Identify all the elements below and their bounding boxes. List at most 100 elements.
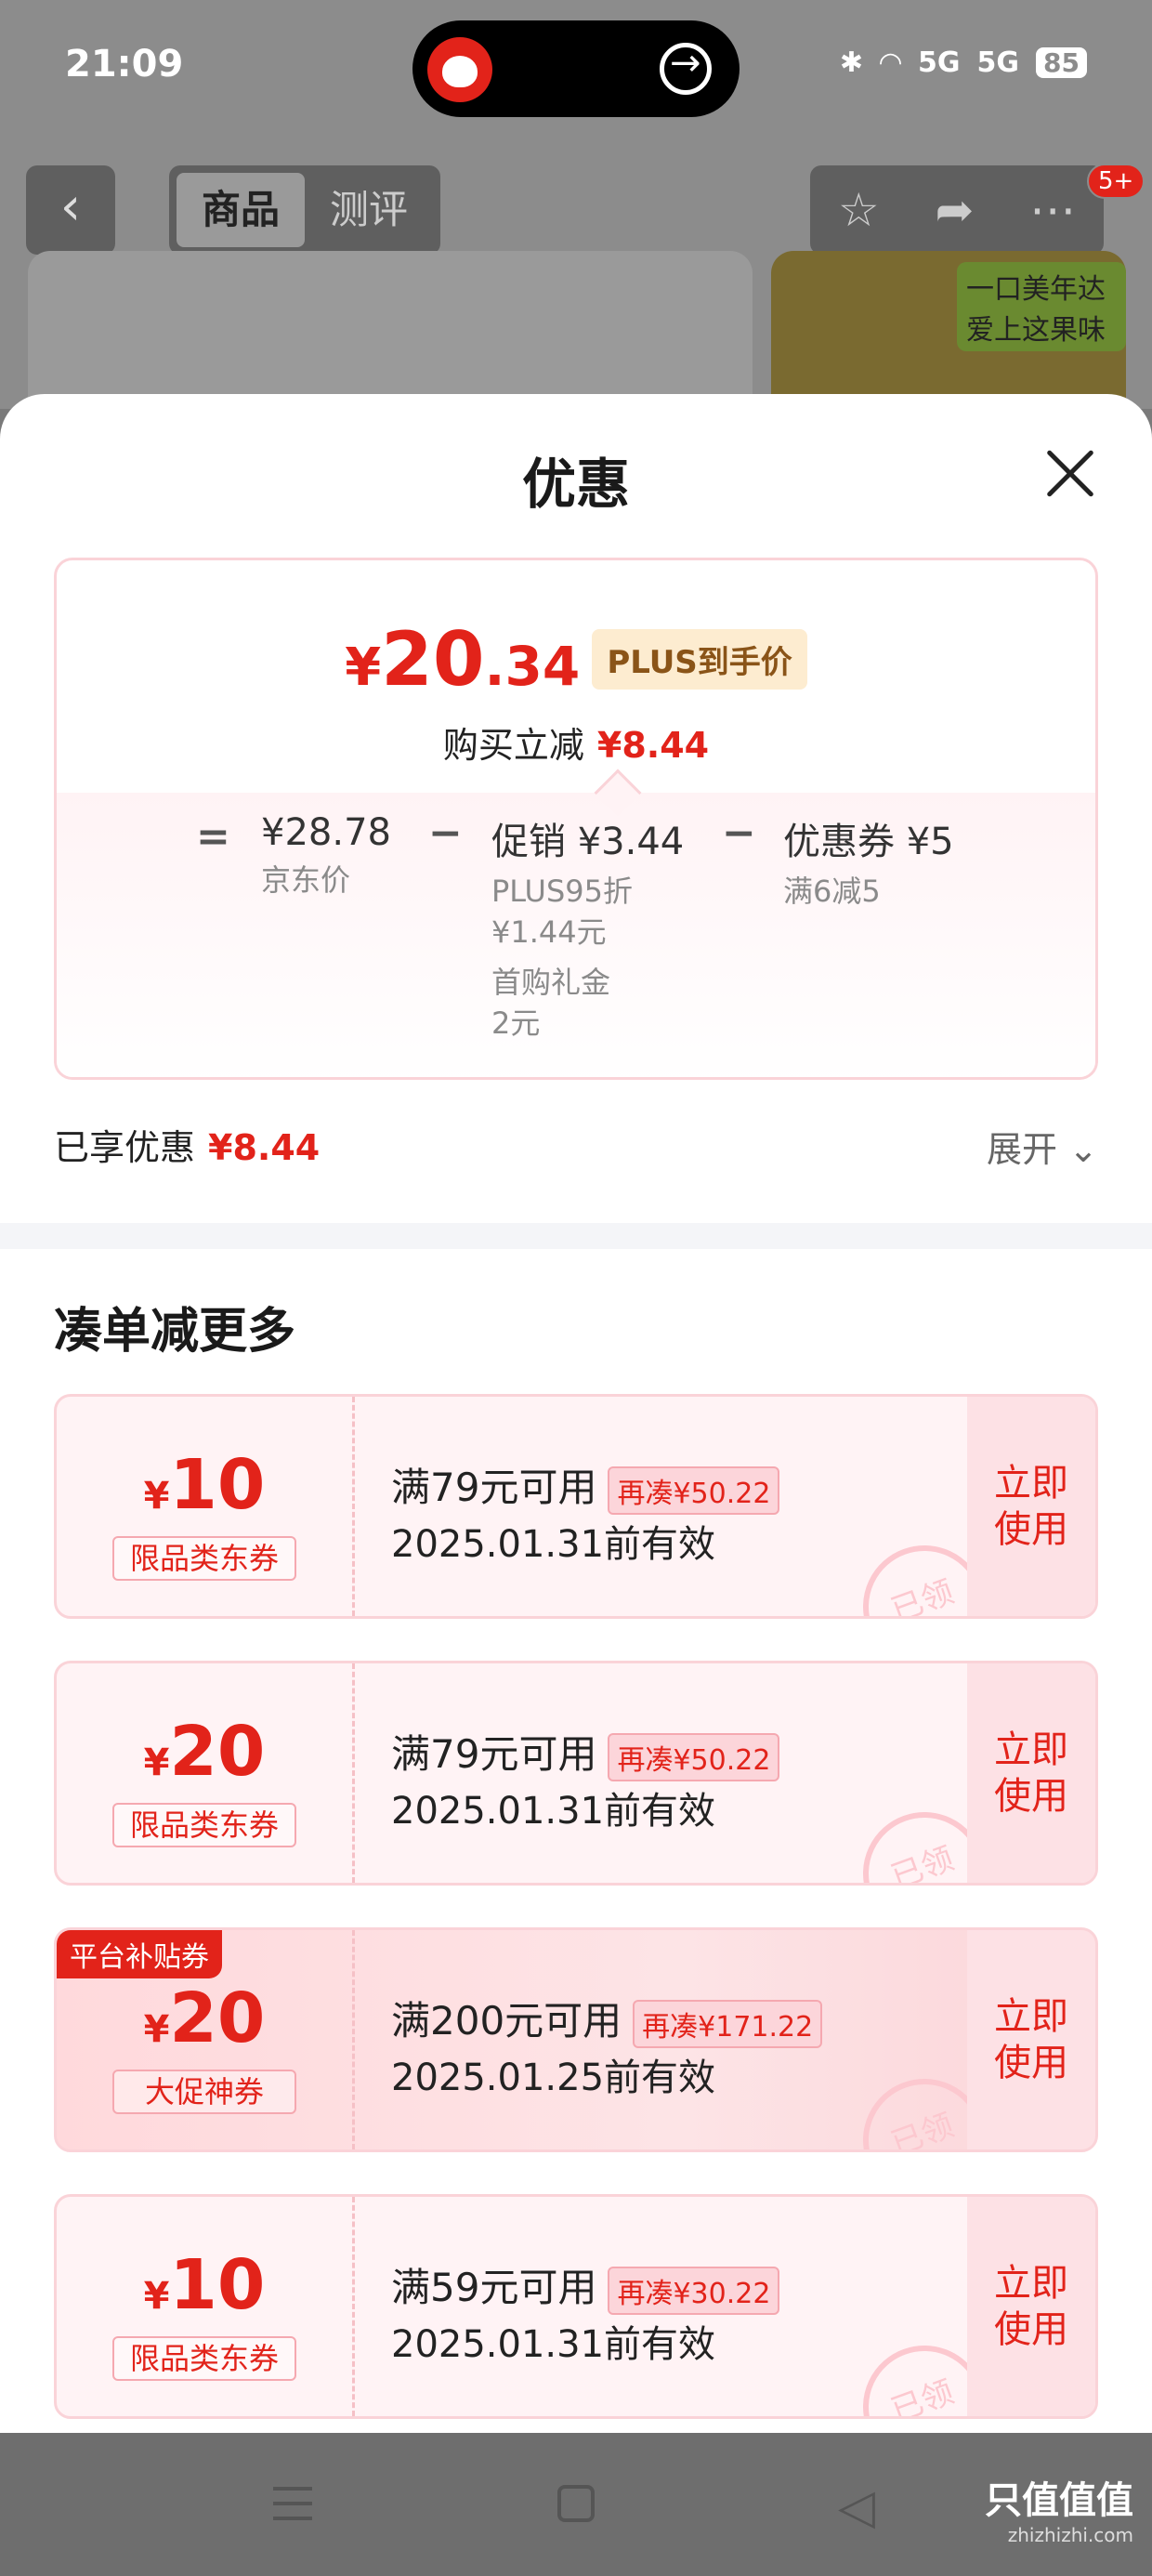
coupon-gap-badge: 再凑¥50.22 — [608, 1465, 780, 1515]
wifi-icon: ◠ — [879, 46, 902, 79]
product-image-area — [28, 251, 753, 409]
coupon-expiry: 2025.01.31前有效 — [391, 2323, 716, 2366]
section-title: 凑单减更多 — [54, 1304, 296, 1360]
coupon-card[interactable]: ¥10 限品类东券 满59元可用 再凑¥30.22 2025.01.31前有效 已… — [54, 2194, 1098, 2419]
promo-detail-4: 2元 — [491, 1005, 541, 1041]
back-button[interactable]: ‹ — [26, 165, 115, 255]
coupon-separator — [352, 2197, 355, 2416]
coupon-left: ¥10 限品类东券 — [57, 1397, 352, 1616]
top-actions: ☆ ➦ ⋯ — [810, 165, 1104, 255]
expand-button[interactable]: 展开 ⌄ — [987, 1121, 1098, 1172]
coupon-gap-badge: 再凑¥50.22 — [608, 1732, 780, 1781]
tab-product[interactable]: 商品 — [177, 173, 305, 247]
enjoyed-discount: 已享优惠 ¥8.44 — [54, 1119, 320, 1170]
promo-detail-3: 首购礼金 — [491, 965, 611, 1000]
coupon-gap-badge: 再凑¥30.22 — [608, 2266, 780, 2315]
ad-text: 一口美年达 爱上这果味 — [957, 262, 1126, 351]
coupon-expiry: 2025.01.31前有效 — [391, 1790, 716, 1833]
coupon-type: 大促神券 — [112, 2070, 296, 2114]
reduction-value: ¥8.44 — [596, 725, 710, 766]
use-now-button[interactable]: 立即 使用 — [967, 1663, 1095, 1883]
sheet-title: 优惠 — [521, 453, 630, 516]
coupon-amount: ¥10 — [143, 2245, 266, 2325]
signal-5g-label-2: 5G — [976, 46, 1020, 79]
coupon-type: 限品类东券 — [112, 2336, 296, 2381]
coupon-card[interactable]: ¥20 限品类东券 满79元可用 再凑¥50.22 2025.01.31前有效 已… — [54, 1661, 1098, 1886]
jd-price: ¥28.78 京东价 — [261, 811, 391, 900]
coupon-left: ¥10 限品类东券 — [57, 2197, 352, 2416]
coupon-amount: ¥20 — [143, 1712, 266, 1792]
coupon-discount: 优惠券 ¥5 满6减5 — [783, 811, 954, 912]
battery-indicator: 85 — [1036, 47, 1087, 78]
watermark-text: 只值值值 — [985, 2479, 1133, 2522]
instant-reduction: 购买立减 ¥8.44 — [57, 716, 1095, 768]
price-breakdown: = ¥28.78 京东价 − 促销 ¥3.44 PLUS95折 ¥1.44元 首… — [57, 793, 1095, 1077]
coupon-left: ¥20 大促神券 — [57, 1930, 352, 2149]
use-now-button[interactable]: 立即 使用 — [967, 1930, 1095, 2149]
coupon-separator — [352, 1397, 355, 1616]
coupon-type: 限品类东券 — [112, 1803, 296, 1847]
exit-icon[interactable] — [660, 42, 712, 95]
status-time: 21:09 — [65, 43, 184, 85]
jd-mascot-icon — [427, 37, 492, 102]
coupon-condition: 满79元可用 再凑¥50.22 — [391, 1723, 780, 1781]
coupon-card[interactable]: 平台补贴券 ¥20 大促神券 满200元可用 再凑¥171.22 2025.01.… — [54, 1927, 1098, 2152]
product-tabs: 商品 测评 — [169, 165, 440, 255]
ad-banner[interactable]: 一口美年达 爱上这果味 — [771, 251, 1126, 409]
coupon-condition: 满59元可用 再凑¥30.22 — [391, 2256, 780, 2315]
coupon-amount: ¥20 — [143, 1978, 266, 2058]
coupon-separator — [352, 1663, 355, 1883]
promo-discount: 促销 ¥3.44 PLUS95折 ¥1.44元 首购礼金 2元 — [491, 811, 684, 1044]
equals-sign: = — [196, 813, 230, 861]
system-nav-bar: ◁ 只值值值 zhizhizhi.com — [0, 2433, 1152, 2576]
bluetooth-icon: ✱ — [839, 46, 863, 79]
coupon-separator — [352, 1930, 355, 2149]
use-now-button[interactable]: 立即 使用 — [967, 1397, 1095, 1616]
coupon-type: 限品类东券 — [112, 1536, 296, 1581]
more-icon[interactable]: ⋯ — [1029, 183, 1076, 237]
final-price: ¥20.34 — [345, 616, 581, 703]
watermark: 只值值值 zhizhizhi.com — [985, 2470, 1133, 2546]
promo-value: 促销 ¥3.44 — [491, 821, 685, 863]
tab-review[interactable]: 测评 — [305, 173, 433, 247]
background-page: 21:09 ✱ ◠ 5G 5G 85 ‹ 商品 测评 ☆ ➦ ⋯ 5+ 一口美年… — [0, 0, 1152, 409]
coupon-expiry: 2025.01.31前有效 — [391, 1523, 716, 1566]
recent-apps-icon[interactable] — [273, 2487, 312, 2520]
section-divider — [0, 1223, 1152, 1249]
reduction-label: 购买立减 — [442, 725, 584, 766]
plus-price-tag: PLUS到手价 — [592, 629, 807, 690]
share-icon[interactable]: ➦ — [935, 183, 974, 237]
coupon-card[interactable]: ¥10 限品类东券 满79元可用 再凑¥50.22 2025.01.31前有效 已… — [54, 1394, 1098, 1619]
final-price-row: ¥20.34 PLUS到手价 — [57, 616, 1095, 703]
enjoyed-label: 已享优惠 — [54, 1127, 196, 1168]
coupon-condition: 满200元可用 再凑¥171.22 — [391, 1990, 823, 2048]
promo-detail-1: PLUS95折 — [491, 874, 633, 909]
minus-sign: − — [428, 809, 463, 857]
close-icon[interactable] — [1044, 448, 1096, 500]
jd-price-value: ¥28.78 — [261, 811, 391, 854]
coupon-gap-badge: 再凑¥171.22 — [633, 1999, 823, 2048]
home-icon[interactable] — [557, 2485, 595, 2522]
coupon-amount: ¥10 — [143, 1445, 266, 1525]
minus-sign-2: − — [722, 809, 756, 857]
coupon-label: 满6减5 — [783, 874, 881, 909]
notification-badge: 5+ — [1087, 164, 1145, 199]
status-icons: ✱ ◠ 5G 5G 85 — [840, 46, 1087, 79]
coupon-expiry: 2025.01.25前有效 — [391, 2057, 716, 2099]
price-summary-card: ¥20.34 PLUS到手价 购买立减 ¥8.44 = ¥28.78 京东价 − … — [54, 558, 1098, 1080]
coupon-value: 优惠券 ¥5 — [783, 821, 954, 863]
chevron-down-icon: ⌄ — [1068, 1129, 1098, 1170]
star-icon[interactable]: ☆ — [838, 183, 880, 237]
coupon-condition: 满79元可用 再凑¥50.22 — [391, 1456, 780, 1515]
signal-5g-label: 5G — [918, 46, 961, 79]
enjoyed-value: ¥8.44 — [208, 1127, 321, 1168]
expand-label: 展开 — [987, 1129, 1058, 1170]
promo-detail-2: ¥1.44元 — [491, 914, 607, 950]
coupon-left: ¥20 限品类东券 — [57, 1663, 352, 1883]
watermark-url: zhizhizhi.com — [1007, 2524, 1133, 2546]
jd-price-label: 京东价 — [261, 862, 351, 898]
use-now-button[interactable]: 立即 使用 — [967, 2197, 1095, 2416]
discount-sheet: 优惠 ¥20.34 PLUS到手价 购买立减 ¥8.44 = ¥28.78 京东价… — [0, 394, 1152, 2433]
dynamic-island[interactable] — [412, 20, 740, 117]
back-triangle-icon[interactable]: ◁ — [838, 2479, 875, 2535]
